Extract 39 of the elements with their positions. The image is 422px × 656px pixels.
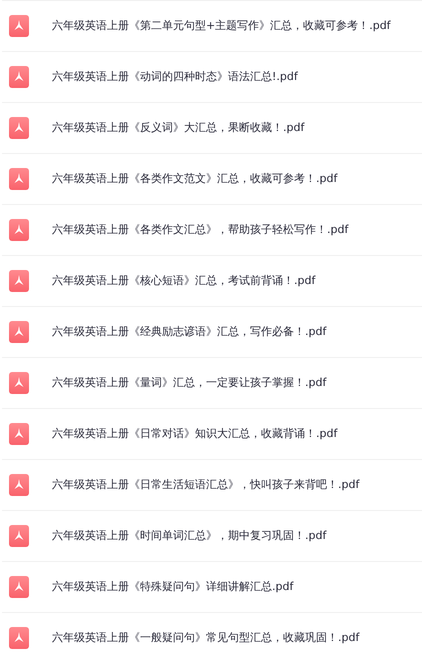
file-name: 六年级英语上册《反义词》大汇总，果断收藏！.pdf <box>52 120 304 136</box>
file-row[interactable]: 六年级英语上册《量词》汇总，一定要让孩子掌握！.pdf <box>2 357 422 408</box>
pdf-file-icon <box>9 66 29 88</box>
file-name: 六年级英语上册《特殊疑问句》详细讲解汇总.pdf <box>52 578 294 595</box>
pdf-file-icon <box>9 219 29 241</box>
pdf-file-icon <box>9 117 29 139</box>
file-name: 六年级英语上册《时间单词汇总》，期中复习巩固！.pdf <box>52 528 326 544</box>
pdf-file-icon <box>9 423 29 445</box>
pdf-file-icon <box>9 474 29 496</box>
file-name: 六年级英语上册《日常对话》知识大汇总，收藏背诵！.pdf <box>52 426 338 442</box>
file-row[interactable]: 六年级英语上册《时间单词汇总》，期中复习巩固！.pdf <box>2 510 422 561</box>
pdf-file-icon <box>9 525 29 547</box>
file-row[interactable]: 六年级英语上册《日常对话》知识大汇总，收藏背诵！.pdf <box>2 408 422 459</box>
file-name: 六年级英语上册《一般疑问句》常见句型汇总，收藏巩固！.pdf <box>52 630 360 646</box>
file-row[interactable]: 六年级英语上册《反义词》大汇总，果断收藏！.pdf <box>2 102 422 153</box>
file-row[interactable]: 六年级英语上册《各类作文范文》汇总，收藏可参考！.pdf <box>2 153 422 204</box>
file-row[interactable]: 六年级英语上册《特殊疑问句》详细讲解汇总.pdf <box>2 561 422 612</box>
file-name: 六年级英语上册《第二单元句型+主题写作》汇总，收藏可参考！.pdf <box>52 18 391 34</box>
pdf-file-icon <box>9 627 29 649</box>
file-row[interactable]: 六年级英语上册《动词的四种时态》语法汇总!.pdf <box>2 51 422 102</box>
file-row[interactable]: 六年级英语上册《核心短语》汇总，考试前背诵！.pdf <box>2 255 422 306</box>
file-name: 六年级英语上册《各类作文范文》汇总，收藏可参考！.pdf <box>52 170 338 187</box>
pdf-file-icon <box>9 270 29 292</box>
file-name: 六年级英语上册《核心短语》汇总，考试前背诵！.pdf <box>52 272 316 289</box>
file-name: 六年级英语上册《动词的四种时态》语法汇总!.pdf <box>52 68 298 85</box>
pdf-file-icon <box>9 321 29 343</box>
file-row[interactable]: 六年级英语上册《一般疑问句》常见句型汇总，收藏巩固！.pdf <box>2 612 422 656</box>
file-name: 六年级英语上册《日常生活短语汇总》，快叫孩子来背吧！.pdf <box>52 476 360 493</box>
file-row[interactable]: 六年级英语上册《经典励志谚语》汇总，写作必备！.pdf <box>2 306 422 357</box>
pdf-file-icon <box>9 15 29 37</box>
file-row[interactable]: 六年级英语上册《各类作文汇总》，帮助孩子轻松写作！.pdf <box>2 204 422 255</box>
file-name: 六年级英语上册《经典励志谚语》汇总，写作必备！.pdf <box>52 324 326 340</box>
pdf-file-icon <box>9 372 29 394</box>
pdf-file-icon <box>9 168 29 190</box>
file-row[interactable]: 六年级英语上册《日常生活短语汇总》，快叫孩子来背吧！.pdf <box>2 459 422 510</box>
file-name: 六年级英语上册《量词》汇总，一定要让孩子掌握！.pdf <box>52 374 326 391</box>
file-name: 六年级英语上册《各类作文汇总》，帮助孩子轻松写作！.pdf <box>52 222 348 238</box>
file-row[interactable]: 六年级英语上册《第二单元句型+主题写作》汇总，收藏可参考！.pdf <box>2 0 422 51</box>
pdf-file-icon <box>9 576 29 598</box>
